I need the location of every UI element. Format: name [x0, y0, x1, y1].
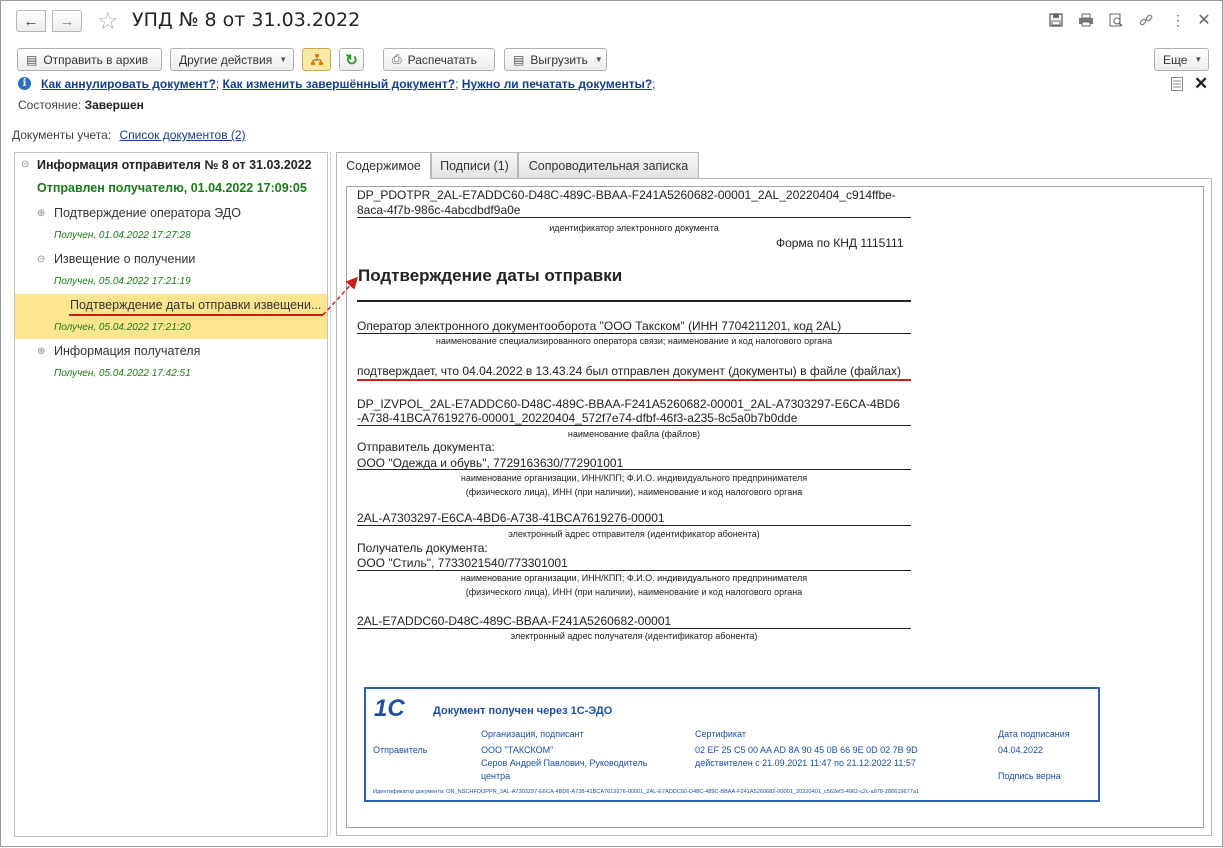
document-window: ← → ☆ УПД № 8 от 31.03.2022 ⋮ ✕ ▤ Отправ…: [0, 0, 1223, 847]
tab-content[interactable]: Содержимое: [336, 152, 431, 179]
annotation-arrow: [322, 276, 359, 316]
annotation-layer: [69, 276, 911, 381]
